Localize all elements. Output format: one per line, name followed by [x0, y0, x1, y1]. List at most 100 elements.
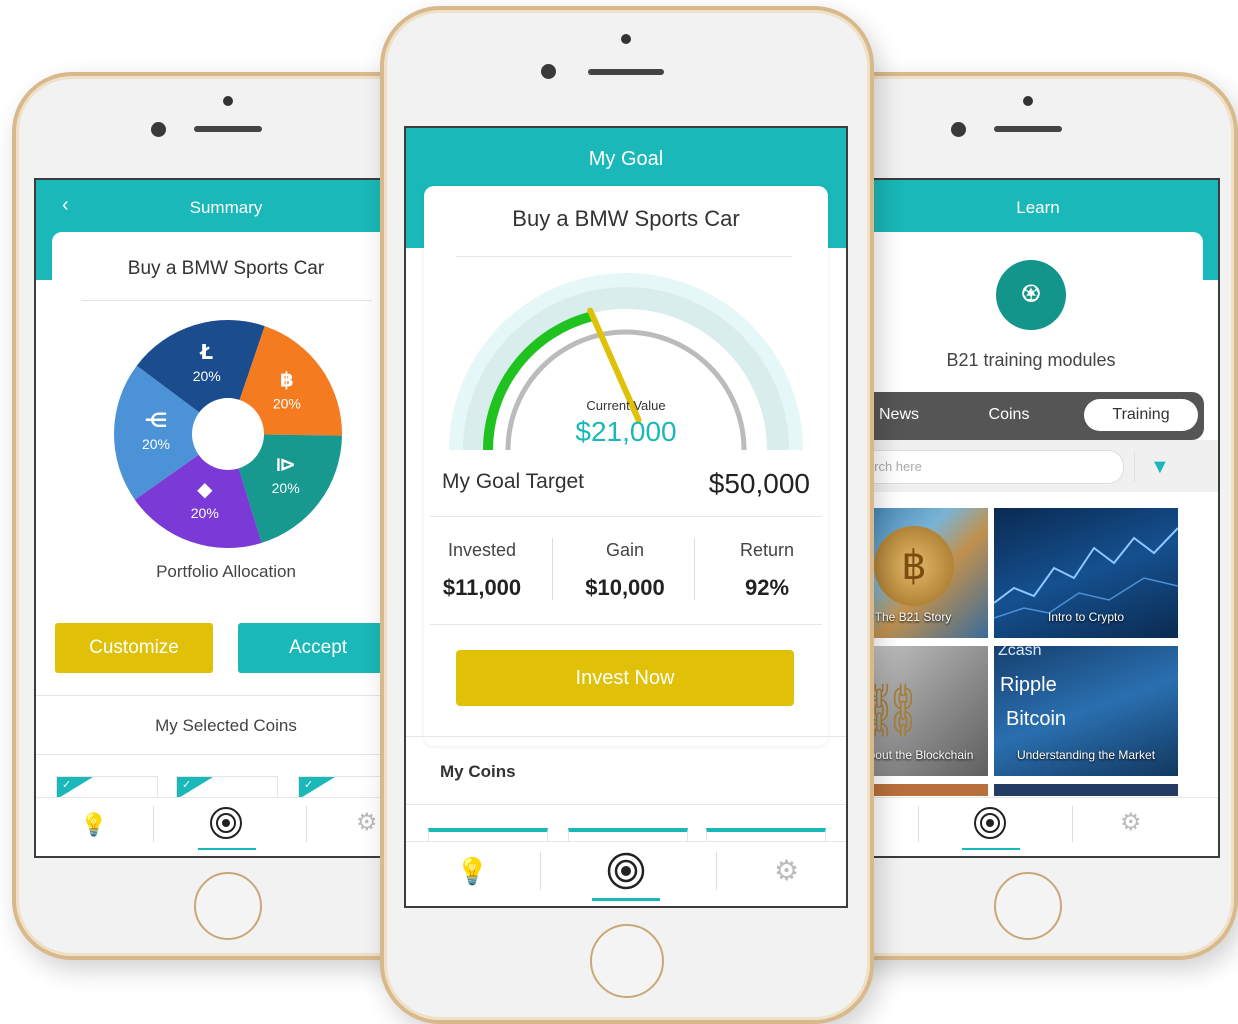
- portfolio-allocation-label: Portfolio Allocation: [156, 562, 296, 581]
- training-modules-icon: ♼: [996, 260, 1066, 330]
- current-value-label: Current Value: [586, 398, 666, 413]
- phone-right: Learn ♼ B21 training modules News Coins …: [810, 72, 1238, 960]
- tab-training[interactable]: Training: [1084, 399, 1198, 431]
- target-divider: [430, 516, 822, 517]
- search-input[interactable]: Search here: [840, 450, 1124, 484]
- coin-symbol-icon: ⋲: [144, 408, 167, 432]
- coin-symbol-icon: ◆: [197, 477, 213, 501]
- learn-tab-bar: News Coins Training: [838, 392, 1204, 440]
- phone-speaker: [588, 69, 664, 75]
- ripple-text: Ripple: [1000, 674, 1057, 696]
- phone-sensor: [223, 96, 233, 106]
- stat-label: Gain: [605, 540, 645, 560]
- left-title-divider: [82, 300, 372, 301]
- training-modules-title: B21 training modules: [946, 350, 1116, 370]
- target-icon[interactable]: [208, 806, 244, 842]
- tab-divider: [540, 852, 541, 890]
- phone-sensor: [1023, 96, 1033, 106]
- active-tab-underline: [198, 848, 256, 850]
- check-icon: ✓: [182, 779, 192, 791]
- training-thumb-partial[interactable]: [994, 784, 1178, 796]
- thumb-caption: Understanding the Market: [1016, 748, 1156, 762]
- active-tab-underline: [962, 848, 1020, 850]
- goal-target-value: $50,000: [708, 468, 810, 499]
- stats-divider: [430, 624, 822, 625]
- pie-slice-label: 20%: [142, 436, 170, 452]
- stat-gain: Gain $10,000: [566, 540, 684, 601]
- tab-divider: [153, 806, 154, 842]
- tab-coins[interactable]: Coins: [968, 406, 1050, 424]
- left-goal-title: Buy a BMW Sports Car: [127, 258, 325, 279]
- home-button[interactable]: [994, 872, 1062, 940]
- customize-button[interactable]: Customize: [55, 623, 213, 673]
- phone-speaker: [194, 126, 262, 132]
- phone-camera: [951, 122, 966, 137]
- center-header-title: My Goal: [588, 148, 664, 170]
- active-tab-underline: [592, 898, 660, 901]
- my-selected-coins-label: My Selected Coins: [155, 716, 297, 735]
- center-screen: My Goal Buy a BMW Sports Car Current Val…: [404, 126, 848, 908]
- stat-invested: Invested $11,000: [424, 540, 540, 601]
- coin-symbol-icon: Ł: [199, 340, 213, 364]
- filter-icon[interactable]: ▼: [1150, 456, 1170, 479]
- phone-speaker: [994, 126, 1062, 132]
- stat-return: Return 92%: [708, 540, 826, 601]
- home-button[interactable]: [590, 924, 664, 998]
- tab-divider: [716, 852, 717, 890]
- pie-slice-label: 20%: [273, 396, 301, 412]
- right-tab-bar: 💡 ⚙: [838, 797, 1218, 856]
- lightbulb-icon[interactable]: 💡: [80, 812, 107, 838]
- phone-left: ‹ Summary Buy a BMW Sports Car Ł 20% ฿ 20% ⧐…: [12, 72, 440, 960]
- center-tab-bar: 💡 ⚙: [406, 841, 846, 906]
- right-header-title: Learn: [1016, 198, 1060, 217]
- goal-target-label: My Goal Target: [442, 470, 585, 493]
- coin-symbol-icon: ฿: [280, 368, 294, 392]
- training-thumb-intro-crypto[interactable]: Intro to Crypto: [994, 508, 1178, 638]
- accept-button[interactable]: Accept: [238, 623, 398, 673]
- pie-hole: [192, 398, 264, 470]
- stat-value: $11,000: [442, 575, 522, 600]
- gear-icon[interactable]: ⚙: [1120, 808, 1142, 837]
- gear-icon[interactable]: ⚙: [356, 808, 378, 837]
- pie-slice-label: 20%: [191, 505, 219, 521]
- check-icon: ✓: [62, 779, 72, 791]
- invest-now-button[interactable]: Invest Now: [456, 650, 794, 706]
- left-screen: ‹ Summary Buy a BMW Sports Car Ł 20% ฿ 20% ⧐…: [34, 178, 418, 858]
- training-thumb-market[interactable]: Zcash Ripple Bitcoin Understanding the M…: [994, 646, 1178, 776]
- tab-divider: [1072, 806, 1073, 842]
- target-icon[interactable]: [606, 852, 646, 892]
- left-section-divider: [36, 695, 416, 696]
- my-coins-label: My Coins: [440, 762, 516, 781]
- phone-sensor: [621, 34, 631, 44]
- stat-divider: [552, 538, 553, 600]
- stat-value: $10,000: [585, 575, 665, 600]
- check-icon: ✓: [304, 779, 314, 791]
- home-button[interactable]: [194, 872, 262, 940]
- phone-camera: [541, 64, 556, 79]
- learn-card: ♼ B21 training modules: [838, 232, 1203, 402]
- lightbulb-icon[interactable]: 💡: [456, 856, 488, 887]
- bitcoin-coin-icon: ฿: [874, 526, 954, 606]
- phone-camera: [151, 122, 166, 137]
- left-coins-divider: [36, 754, 416, 755]
- phone-center: My Goal Buy a BMW Sports Car Current Val…: [380, 6, 874, 1024]
- stat-divider: [694, 538, 695, 600]
- coin-symbol-icon: ⧐: [275, 452, 296, 476]
- center-title-divider: [456, 256, 792, 257]
- stat-label: Return: [739, 540, 795, 560]
- left-header-title: Summary: [189, 198, 263, 217]
- tab-divider: [918, 806, 919, 842]
- search-divider: [1134, 452, 1135, 482]
- zcash-text: Zcash: [998, 646, 1042, 659]
- stat-label: Invested: [447, 540, 517, 560]
- my-coins-section-divider: [406, 736, 846, 737]
- my-coins-divider: [406, 804, 846, 805]
- stat-value: 92%: [744, 575, 790, 600]
- bitcoin-text: Bitcoin: [1006, 708, 1067, 730]
- gear-icon[interactable]: ⚙: [774, 854, 799, 887]
- target-icon[interactable]: [972, 806, 1008, 842]
- pie-slice-label: 20%: [193, 368, 221, 384]
- goal-card: Buy a BMW Sports Car Current Value $21,0…: [424, 186, 828, 746]
- pie-slice-label: 20%: [272, 480, 300, 496]
- right-screen: Learn ♼ B21 training modules News Coins …: [836, 178, 1220, 858]
